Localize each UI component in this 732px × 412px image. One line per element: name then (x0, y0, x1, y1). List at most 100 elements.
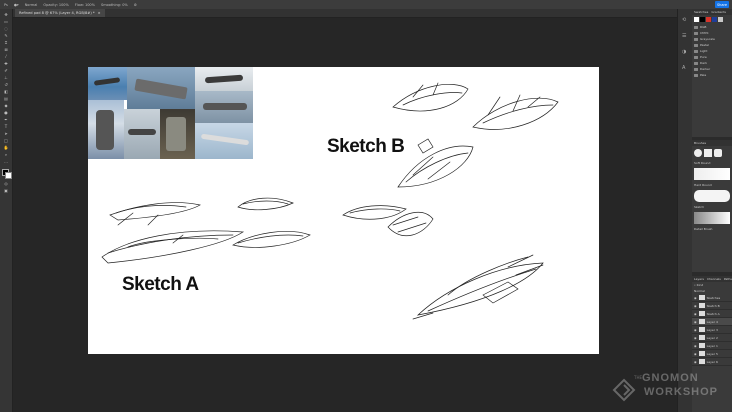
document-tab[interactable]: Refined pad 8 @ 67% (Layer 4, RGB/8#) * … (15, 9, 105, 17)
layer-row[interactable]: ◉ Sketch A (692, 310, 732, 318)
watermark-line1: GNOMON (642, 372, 699, 384)
brush-item[interactable]: Detail Brush (692, 226, 732, 232)
sketch-a-drawings (101, 197, 311, 264)
tab-layers[interactable]: Layers (694, 277, 704, 281)
document-tab-title: Refined pad 8 @ 67% (Layer 4, RGB/8#) * (19, 11, 95, 15)
brush-preset-picker[interactable]: ●▾ (14, 3, 19, 7)
eye-icon[interactable]: ◉ (694, 352, 697, 356)
eye-icon[interactable]: ◉ (694, 328, 697, 332)
color-swatches-icon[interactable] (2, 169, 12, 179)
brush-tip[interactable] (704, 149, 712, 157)
eye-icon[interactable]: ◉ (694, 312, 697, 316)
brush-tip[interactable] (714, 149, 722, 157)
layer-row[interactable]: ◉ Sketches (692, 294, 732, 302)
brush-item[interactable]: Hard Round (692, 182, 732, 188)
layer-row[interactable]: ◉ Layer 6 (692, 358, 732, 366)
tab-swatches[interactable]: Swatches (694, 10, 708, 14)
quick-select-tool-icon[interactable]: ✎ (3, 33, 9, 38)
brush-tool-icon[interactable]: ✐ (3, 68, 9, 73)
layer-row[interactable]: ◉ Layer 5 (692, 350, 732, 358)
watermark-line2: WORKSHOP (644, 386, 718, 398)
eye-icon[interactable]: ◉ (694, 296, 697, 300)
brush-stroke-preview (694, 168, 730, 180)
tab-gradients[interactable]: Gradients (711, 10, 726, 14)
lasso-tool-icon[interactable]: ◌ (3, 26, 9, 31)
middle-sketches (342, 205, 434, 237)
layer-row[interactable]: ◉ Layer 2 (692, 334, 732, 342)
sketch-a-label: Sketch A (122, 274, 199, 295)
brush-item[interactable]: Soft Round (692, 160, 732, 166)
layer-row[interactable]: ◉ Sketch B (692, 302, 732, 310)
eye-icon[interactable]: ◉ (694, 360, 697, 364)
tool-options: Ps ●▾ Normal Opacity: 100% Flow: 100% Sm… (0, 0, 732, 9)
gradient-tool-icon[interactable]: ▤ (3, 96, 9, 101)
swatch[interactable] (700, 17, 705, 22)
eye-icon[interactable]: ◉ (694, 344, 697, 348)
marquee-tool-icon[interactable]: ▭ (3, 19, 9, 24)
sketch-b-label: Sketch B (327, 136, 405, 157)
tab-paths[interactable]: Paths (724, 277, 732, 281)
search-icon: ⌕ (694, 283, 696, 287)
healing-tool-icon[interactable]: ✚ (3, 61, 9, 66)
eye-icon[interactable]: ◉ (694, 304, 697, 308)
move-tool-icon[interactable]: ✥ (3, 12, 9, 17)
tools-panel: ✥ ▭ ◌ ✎ ⌗ ⊠ ⁄ ✚ ✐ ⊥ ↺ ◧ ▤ ◆ ● ✒ T ➤ □ ✋ … (0, 9, 13, 412)
recent-swatches (692, 15, 732, 24)
dodge-tool-icon[interactable]: ● (3, 110, 9, 115)
screen-mode-icon[interactable]: ▣ (3, 188, 9, 193)
zoom-tool-icon[interactable]: ⌕ (3, 152, 9, 157)
stamp-tool-icon[interactable]: ⊥ (3, 75, 9, 80)
bottom-right-sketch (412, 254, 544, 320)
quick-mask-icon[interactable]: ◎ (3, 181, 9, 186)
tab-channels[interactable]: Channels (707, 277, 721, 281)
layer-row[interactable]: ◉ Layer 3 (692, 326, 732, 334)
character-icon[interactable]: A (682, 65, 685, 71)
brush-stroke-preview (694, 212, 730, 224)
hand-tool-icon[interactable]: ✋ (3, 145, 9, 150)
document-tab-bar: Refined pad 8 @ 67% (Layer 4, RGB/8#) * … (13, 9, 677, 18)
more-tools-icon[interactable]: … (3, 159, 9, 164)
gear-icon[interactable]: ⚙ (134, 3, 137, 7)
adjustments-icon[interactable]: ◑ (682, 49, 686, 55)
brushes-panel: Brushes Soft Round Hard Round Sketch Det… (692, 140, 732, 272)
rectangle-tool-icon[interactable]: □ (3, 138, 9, 143)
flow-field[interactable]: Flow: 100% (75, 3, 95, 7)
swatch[interactable] (718, 17, 723, 22)
eyedropper-tool-icon[interactable]: ⁄ (3, 54, 9, 59)
history-icon[interactable]: ⟲ (682, 17, 686, 23)
swatch[interactable] (712, 17, 717, 22)
eye-icon[interactable]: ◉ (694, 320, 697, 324)
sketch-b-drawings (392, 82, 559, 188)
swatch[interactable] (706, 17, 711, 22)
layer-row[interactable]: ◉ Layer 1 (692, 342, 732, 350)
eye-icon[interactable]: ◉ (694, 336, 697, 340)
history-brush-tool-icon[interactable]: ↺ (3, 82, 9, 87)
blur-tool-icon[interactable]: ◆ (3, 103, 9, 108)
pen-tool-icon[interactable]: ✒ (3, 117, 9, 122)
gnomon-logo-icon (612, 378, 636, 402)
path-select-tool-icon[interactable]: ➤ (3, 131, 9, 136)
type-tool-icon[interactable]: T (3, 124, 9, 129)
opacity-field[interactable]: Opacity: 100% (43, 3, 69, 7)
watermark-small: THE (634, 375, 642, 380)
frame-tool-icon[interactable]: ⊠ (3, 47, 9, 52)
sketch-drawings (101, 82, 559, 320)
close-icon[interactable]: × (98, 11, 101, 15)
brush-tips (692, 146, 732, 160)
layer-row-selected[interactable]: ◉ Layer 4 (692, 318, 732, 326)
properties-icon[interactable]: ☰ (682, 33, 686, 39)
panel-icon-strip: ⟲ ☰ ◑ A (677, 9, 692, 412)
swatch[interactable] (694, 17, 699, 22)
share-button[interactable]: Share (715, 1, 729, 8)
watermark: THE GNOMON WORKSHOP (612, 372, 727, 406)
crop-tool-icon[interactable]: ⌗ (3, 40, 9, 45)
brush-tip[interactable] (694, 149, 702, 157)
swatch-group[interactable]: Pale (692, 72, 732, 78)
ps-logo-icon: Ps (4, 2, 8, 7)
swatches-panel: Swatches Gradients RGB CMYK Grayscale Pa… (692, 9, 732, 137)
eraser-tool-icon[interactable]: ◧ (3, 89, 9, 94)
blend-mode-select[interactable]: Normal (25, 3, 38, 7)
smoothing-field[interactable]: Smoothing: 0% (101, 3, 128, 7)
brush-stroke-preview (694, 190, 730, 202)
brush-item[interactable]: Sketch (692, 204, 732, 210)
